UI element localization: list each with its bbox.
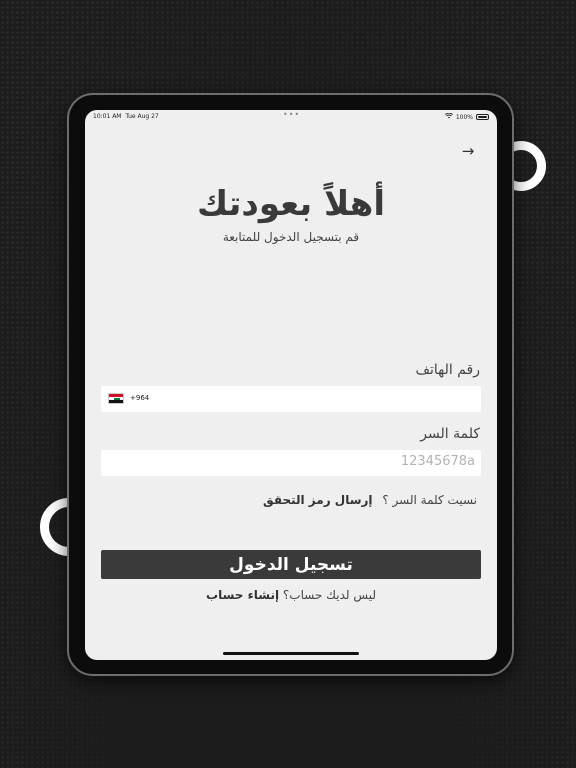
dial-code[interactable]: +964: [130, 394, 149, 402]
battery-icon: [476, 114, 489, 120]
status-bar-right: 100%: [444, 112, 489, 121]
status-bar-time: 10:01 AM Tue Aug 27: [93, 113, 159, 120]
send-code-link[interactable]: إرسال رمز التحقق: [263, 493, 373, 507]
status-time: 10:01 AM: [93, 113, 122, 120]
app-screen: 10:01 AM Tue Aug 27 ••• 100% → أهلاً بعو…: [85, 110, 497, 660]
login-button[interactable]: تسجيل الدخول: [101, 550, 481, 579]
password-field[interactable]: 12345678a: [101, 450, 481, 476]
password-label: كلمة السر: [420, 426, 480, 442]
arrow-right-icon[interactable]: →: [458, 141, 478, 161]
forgot-password-row: نسيت كلمة السر ؟ إرسال رمز التحقق: [263, 493, 477, 507]
phone-label: رقم الهاتف: [415, 362, 480, 378]
status-date: Tue Aug 27: [125, 113, 159, 120]
wifi-icon: [444, 112, 453, 121]
multitasking-dots[interactable]: •••: [283, 110, 300, 119]
signup-row: ليس لديك حساب؟ إنشاء حساب: [85, 588, 497, 602]
page-title: أهلاً بعودتك: [196, 184, 386, 224]
phone-field[interactable]: +964: [101, 386, 481, 412]
page-subtitle: قم بتسجيل الدخول للمتابعة: [222, 230, 360, 244]
battery-percent: 100%: [455, 113, 473, 121]
home-indicator[interactable]: [223, 652, 359, 655]
password-value[interactable]: 12345678a: [401, 454, 475, 469]
forgot-password-text: نسيت كلمة السر ؟: [382, 493, 477, 507]
iraq-flag-icon[interactable]: [108, 393, 124, 404]
create-account-link[interactable]: إنشاء حساب: [206, 588, 279, 602]
no-account-text: ليس لديك حساب؟: [282, 588, 376, 602]
